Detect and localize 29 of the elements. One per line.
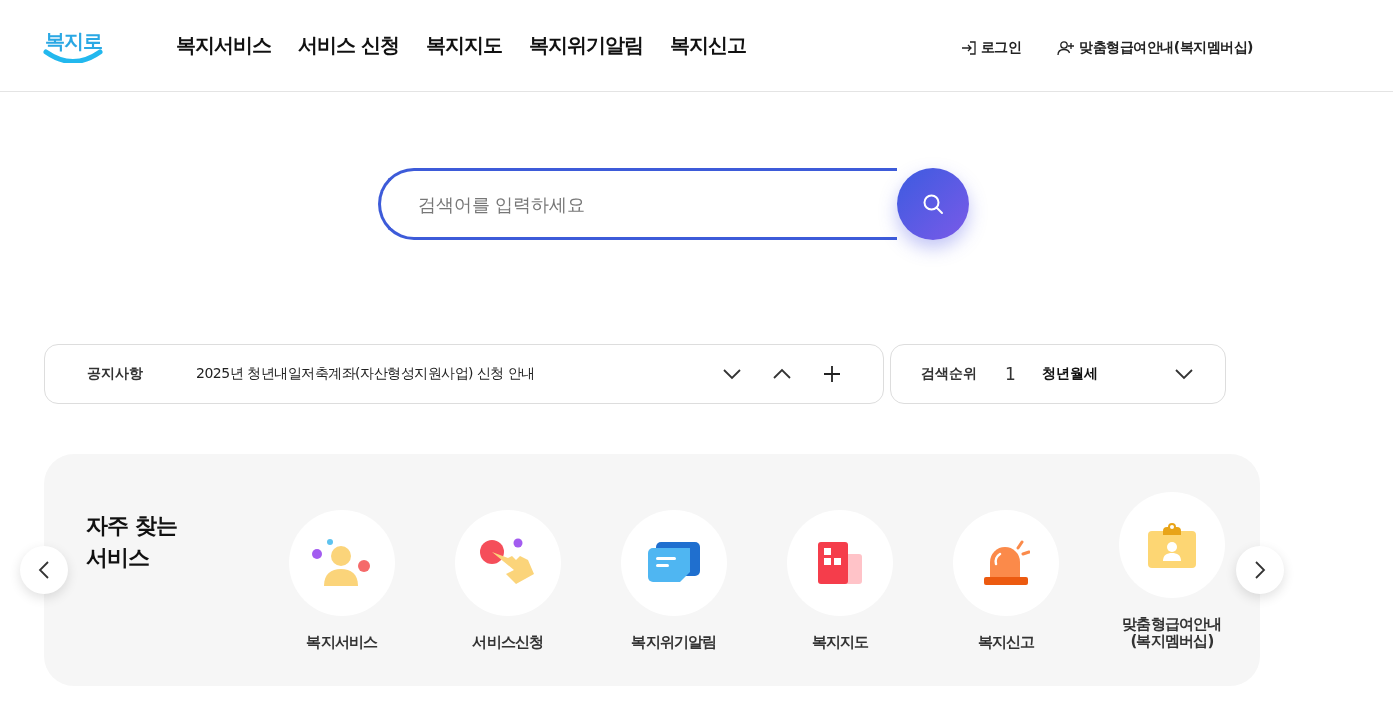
search-icon — [920, 192, 945, 216]
notice-link[interactable]: 2025년 청년내일저축계좌(자산형성지원사업) 신청 안내 — [196, 365, 707, 383]
plus-icon — [823, 365, 841, 383]
message-icon — [648, 542, 700, 584]
rank-number: 1 — [1005, 364, 1016, 384]
person-icon — [311, 538, 373, 588]
nav-menu-item[interactable]: 서비스 신청 — [298, 31, 399, 59]
notice-label: 공지사항 — [87, 365, 144, 383]
ranking-keyword[interactable]: 청년월세 — [1041, 365, 1159, 383]
nav-menu-item[interactable]: 복지지도 — [425, 31, 502, 59]
login-icon — [960, 40, 977, 56]
id-badge-icon — [1147, 521, 1197, 569]
nav-menu-item[interactable]: 복지신고 — [669, 31, 746, 59]
account-link[interactable]: 로그인 — [960, 39, 1022, 57]
chevron-down-icon — [1174, 368, 1194, 380]
ranking-label: 검색순위 — [921, 365, 977, 383]
search-field[interactable]: 검색어를 입력하세요 — [377, 168, 897, 240]
nav-menu-item[interactable]: 복지위기알림 — [528, 31, 643, 59]
search-button[interactable] — [896, 168, 969, 240]
chevron-left-icon — [38, 560, 50, 580]
chevron-right-icon — [1254, 560, 1266, 580]
nav-menu-item[interactable]: 복지서비스 — [176, 31, 271, 59]
chevron-down-icon — [722, 368, 742, 380]
chevron-up-icon — [772, 368, 792, 380]
account-link[interactable]: 맞춤형급여안내(복지멤버십) — [1057, 39, 1253, 57]
building-icon — [816, 541, 864, 585]
siren-icon — [982, 540, 1030, 586]
user-add-icon — [1057, 40, 1076, 56]
section-title: 자주 찾는 서비스 — [86, 512, 178, 572]
